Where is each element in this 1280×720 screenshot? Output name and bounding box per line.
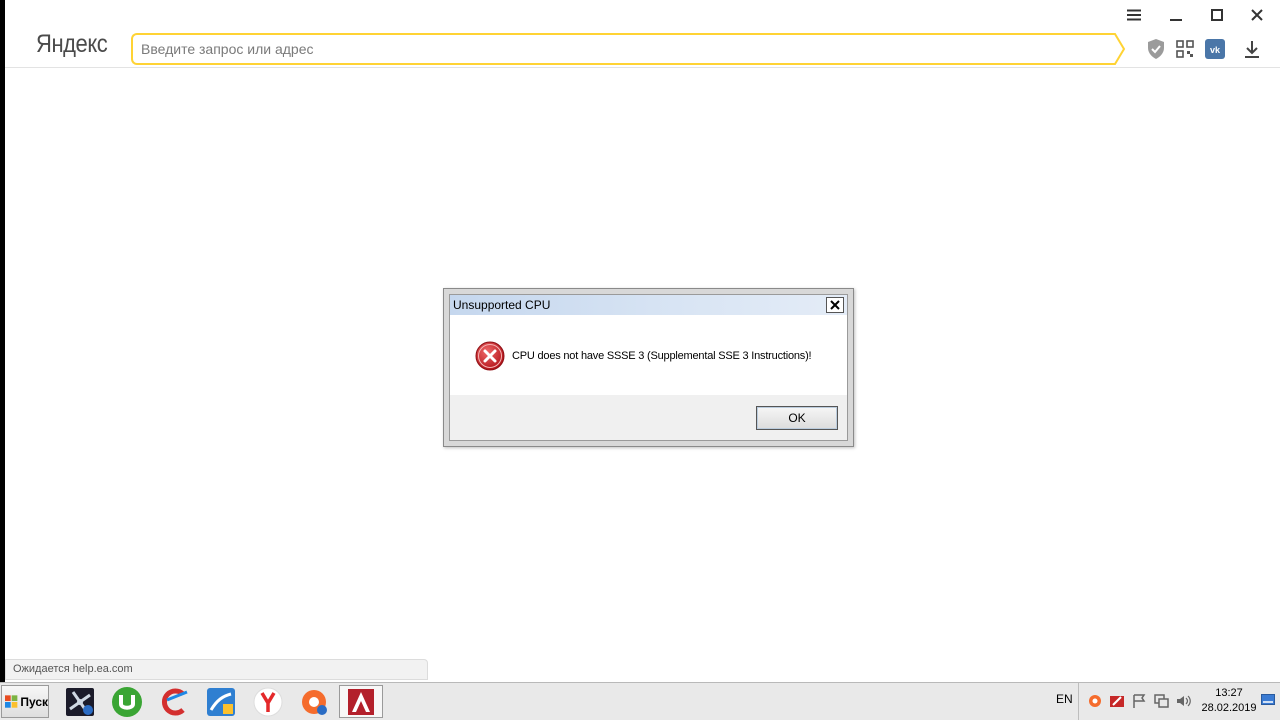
error-dialog: Unsupported CPU CPU does not have SSSE 3…: [443, 288, 854, 447]
close-icon: [830, 300, 840, 310]
browser-toolbar: Яндекс vk: [5, 0, 1280, 68]
svg-text:vk: vk: [1210, 45, 1221, 55]
taskbar-origin[interactable]: [293, 685, 337, 718]
dialog-title-bar[interactable]: Unsupported CPU: [450, 295, 847, 315]
utorrent-icon: [112, 686, 142, 717]
error-icon: [475, 341, 505, 371]
system-tray: [1078, 683, 1200, 720]
network-icon[interactable]: [1153, 693, 1169, 709]
dialog-message: CPU does not have SSSE 3 (Supplemental S…: [512, 350, 812, 362]
taskbar-app-1[interactable]: [58, 685, 102, 718]
address-bar-arrow: [1108, 33, 1126, 65]
ccleaner-icon: [162, 688, 188, 715]
vk-icon[interactable]: vk: [1204, 38, 1226, 60]
taskbar-game[interactable]: [339, 685, 383, 718]
origin-tray-icon[interactable]: [1087, 693, 1103, 709]
windows-update-icon: [207, 687, 235, 716]
start-label: Пуск: [20, 694, 48, 709]
clock-time: 13:27: [1215, 687, 1243, 699]
download-icon[interactable]: [1241, 38, 1263, 60]
game-icon: [348, 688, 374, 715]
dialog-frame: Unsupported CPU CPU does not have SSSE 3…: [449, 294, 848, 441]
taskbar-windows-update[interactable]: [199, 685, 243, 718]
start-button[interactable]: Пуск: [1, 685, 49, 718]
dialog-title: Unsupported CPU: [453, 298, 551, 312]
pen-tray-icon[interactable]: [1109, 693, 1125, 709]
maximize-icon[interactable]: [1206, 6, 1228, 24]
taskbar-utorrent[interactable]: [105, 685, 149, 718]
yandex-logo[interactable]: Яндекс: [36, 30, 108, 59]
taskbar-yandex-browser[interactable]: [246, 685, 290, 718]
app-icon: [66, 687, 94, 716]
origin-icon: [302, 689, 327, 715]
protect-shield-icon[interactable]: [1145, 38, 1167, 60]
window-left-edge: [0, 0, 5, 682]
address-bar[interactable]: [131, 33, 1115, 65]
close-window-icon[interactable]: [1246, 6, 1268, 24]
yandex-browser-icon: [253, 687, 283, 716]
minimize-icon[interactable]: [1165, 6, 1187, 24]
taskbar: Пуск EN 13:27 28.02.2019: [0, 682, 1280, 720]
show-desktop-icon[interactable]: [1261, 694, 1275, 705]
ok-button[interactable]: OK: [756, 406, 838, 430]
dialog-close-button[interactable]: [826, 297, 844, 313]
status-bar: Ожидается help.ea.com: [5, 659, 428, 680]
language-indicator[interactable]: EN: [1056, 692, 1073, 706]
clock[interactable]: 13:27 28.02.2019: [1198, 686, 1260, 716]
windows-logo-icon: [5, 694, 18, 708]
dialog-body: CPU does not have SSSE 3 (Supplemental S…: [450, 315, 847, 395]
clock-date: 28.02.2019: [1201, 702, 1257, 714]
flag-icon[interactable]: [1131, 693, 1147, 709]
taskbar-ccleaner[interactable]: [153, 685, 197, 718]
menu-icon[interactable]: [1123, 6, 1145, 24]
volume-icon[interactable]: [1175, 693, 1191, 709]
address-input[interactable]: [133, 35, 1115, 63]
qr-code-icon[interactable]: [1174, 38, 1196, 60]
